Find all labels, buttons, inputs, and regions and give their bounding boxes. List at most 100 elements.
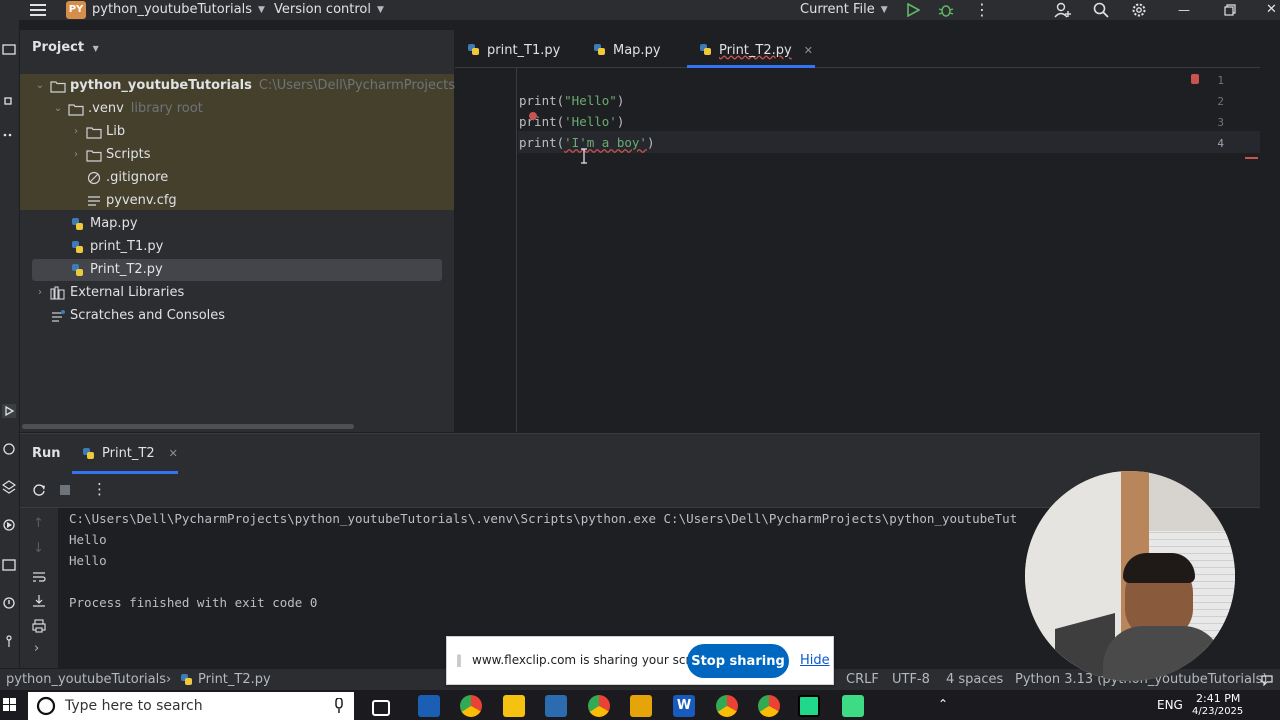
vcs-menu[interactable]: Version control ▼ [274,0,384,20]
line-number: 4 [1217,137,1224,150]
line-separator-widget[interactable]: CRLF [846,671,879,689]
python-packages-icon[interactable] [2,442,16,456]
indent-widget[interactable]: 4 spaces [946,671,1003,689]
error-stripe-marker[interactable] [1245,157,1258,159]
inspection-widget-icon[interactable] [1191,74,1199,84]
language-indicator[interactable]: ENG [1157,698,1183,712]
tree-item-pyvenv[interactable]: pyvenv.cfg [86,189,177,212]
tree-item-scripts[interactable]: › Scripts [70,143,150,166]
scratches-icon [52,309,65,322]
search-button[interactable] [1093,0,1109,20]
tree-item-label: Map.py [90,216,138,231]
whiteboard-icon[interactable] [545,695,567,717]
minimize-icon: — [1178,3,1190,17]
add-user-button[interactable] [1054,0,1072,20]
run-tool-icon[interactable] [2,404,16,418]
print-icon[interactable] [32,619,46,633]
run-tab-print-t2[interactable]: Print_T2 ✕ [82,446,178,461]
error-bulb-icon[interactable] [528,111,538,121]
chrome-icon[interactable] [758,695,780,717]
chevron-up-icon[interactable]: ⌃ [938,697,948,711]
breadcrumb-file[interactable]: Print_T2.py [180,671,271,689]
more-tools-icon[interactable] [2,128,16,142]
windows-start-icon[interactable] [3,698,17,712]
tab-print-t1[interactable]: print_T1.py [467,40,560,60]
breadcrumb-project[interactable]: python_youtubeTutorials [6,671,166,689]
project-panel-header[interactable]: Project ▼ [32,40,99,55]
run-config-selector[interactable]: Current File ▼ [800,0,888,20]
sticky-notes-icon[interactable] [503,695,525,717]
tree-item-external-libraries[interactable]: › External Libraries [34,281,184,304]
chevron-right-icon[interactable]: › [34,641,39,656]
tree-item-scratches[interactable]: Scratches and Consoles [50,304,225,327]
console-line: Hello [69,553,107,568]
horizontal-scrollbar[interactable] [22,424,354,429]
chrome-icon[interactable] [460,695,482,717]
tab-map[interactable]: Map.py [593,40,661,60]
tree-item-map[interactable]: Map.py [70,212,138,235]
folder-tool-icon[interactable] [2,42,16,56]
hide-link[interactable]: Hide [800,653,830,668]
terminal-icon[interactable] [2,558,16,572]
scroll-to-end-icon[interactable] [32,594,46,608]
search-placeholder: Type here to search [65,698,203,714]
library-icon [50,285,65,300]
clock-time[interactable]: 2:41 PM [1196,692,1240,705]
tree-item-print-t2[interactable]: Print_T2.py [70,258,163,281]
task-view-icon[interactable] [372,700,390,716]
search-icon [36,696,56,716]
main-menu-button[interactable] [30,0,46,20]
tree-item-label: pyvenv.cfg [106,193,177,208]
close-window-button[interactable]: ✕ [1266,0,1277,20]
problems-icon[interactable] [2,596,16,610]
tree-item-lib[interactable]: › Lib [70,120,125,143]
structure-tool-icon[interactable] [2,94,16,108]
project-switcher[interactable]: PY python_youtubeTutorials ▼ [66,0,265,20]
ignore-file-icon [87,171,101,184]
tree-item-gitignore[interactable]: .gitignore [86,166,168,189]
file-explorer-icon[interactable] [630,695,652,717]
encoding-widget[interactable]: UTF-8 [892,671,930,689]
line-number: 2 [1217,95,1224,108]
tab-print-t2[interactable]: Print_T2.py ✕ [699,40,813,60]
tab-label: Print_T2.py [719,42,792,58]
debug-button[interactable] [938,0,954,20]
android-studio-icon[interactable] [842,695,864,717]
minimize-button[interactable]: — [1178,0,1190,20]
kebab-icon[interactable]: ⋮ [92,480,107,498]
arrow-up-icon[interactable]: ↑ [33,516,44,531]
rerun-icon[interactable] [32,483,46,497]
tree-item-label: External Libraries [70,285,185,300]
arrow-down-icon[interactable]: ↓ [33,541,44,556]
code-line[interactable]: print("Hello") [519,93,624,108]
taskbar-search-box[interactable]: Type here to search [28,692,354,720]
tree-item-root[interactable]: ⌄ python_youtubeTutorials C:\Users\Dell\… [34,74,497,97]
more-actions-button[interactable]: ⋮ [974,0,990,20]
tree-item-venv[interactable]: ⌄ .venv library root [52,97,203,120]
stop-icon[interactable] [58,483,72,497]
word-icon[interactable]: W [673,695,695,717]
left-tool-stripe [0,20,20,668]
services-icon[interactable] [2,518,16,532]
code-token-fn: print( [519,114,565,129]
project-badge: PY [66,1,86,19]
restore-button[interactable] [1224,0,1236,20]
close-tab-icon[interactable]: ✕ [804,44,813,57]
chrome-icon[interactable] [716,695,738,717]
pycharm-icon[interactable] [798,695,820,717]
soft-wrap-icon[interactable] [32,570,46,584]
chevron-right-icon: › [38,287,42,298]
clock-date[interactable]: 4/23/2025 [1192,706,1243,717]
close-tab-icon[interactable]: ✕ [169,447,178,460]
git-icon[interactable] [2,634,16,648]
code-token-paren: ) [646,135,655,150]
notifications-icon[interactable] [1260,674,1274,686]
app-store-icon[interactable] [418,695,440,717]
drag-handle-icon[interactable]: ‖ [456,653,462,667]
stop-sharing-button[interactable]: Stop sharing [687,644,789,678]
settings-button[interactable] [1131,0,1147,20]
chrome-icon[interactable] [588,695,610,717]
layers-icon[interactable] [2,480,16,494]
run-button[interactable] [906,0,920,20]
tree-item-print-t1[interactable]: print_T1.py [70,235,163,258]
